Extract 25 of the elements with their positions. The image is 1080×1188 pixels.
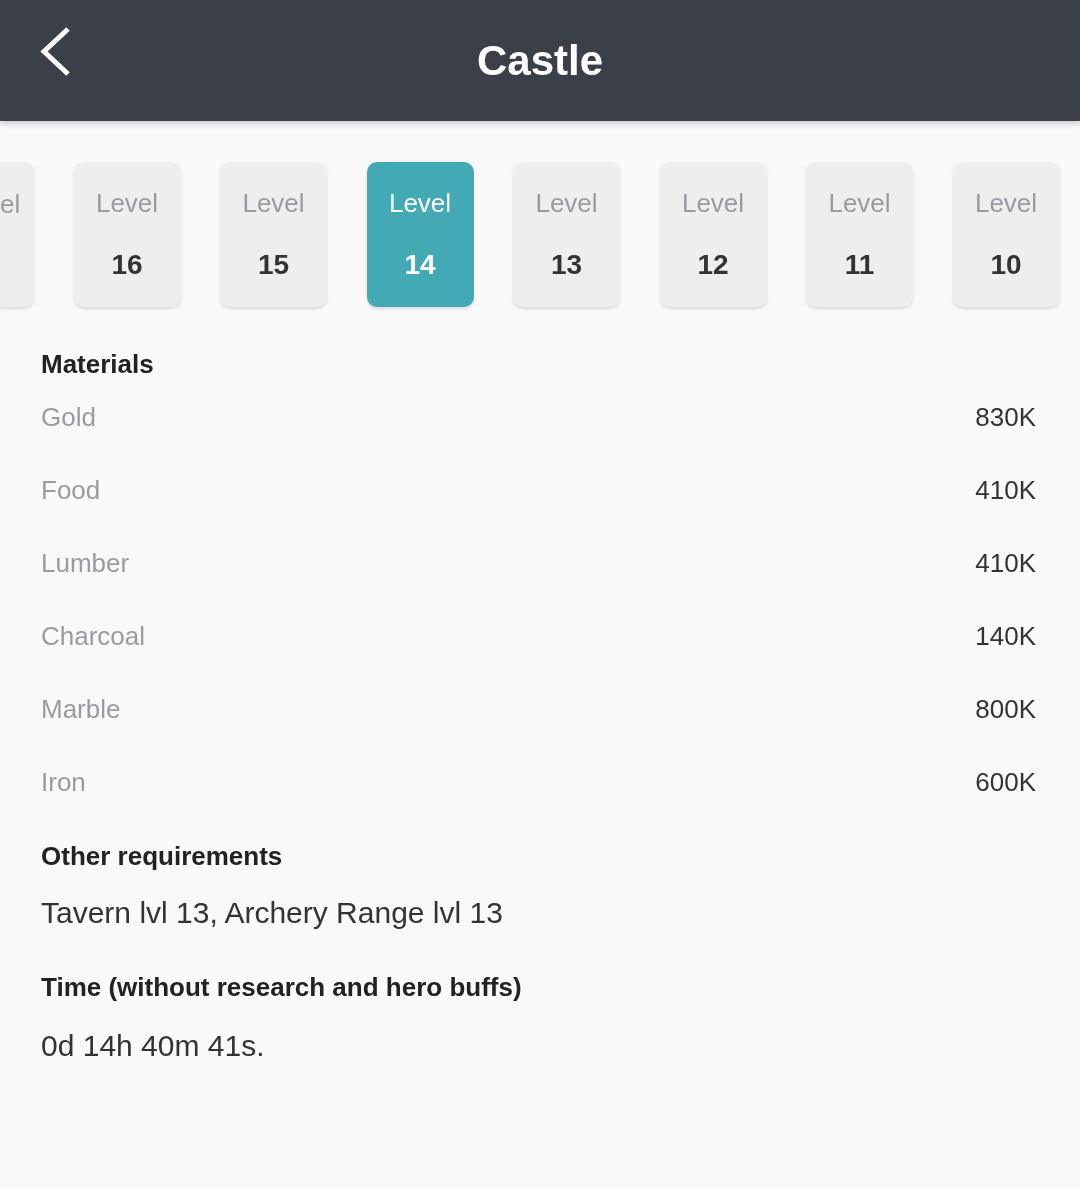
section-heading: Other requirements xyxy=(41,840,284,872)
level-tab[interactable]: Level 16 xyxy=(73,162,181,307)
duration-text: 0d 14h 40m 41s. xyxy=(41,1028,266,1064)
back-icon[interactable] xyxy=(40,27,71,76)
material-name: Gold xyxy=(41,400,96,433)
material-amount: 410K xyxy=(975,546,1036,579)
level-tab[interactable]: Level 11 xyxy=(806,162,913,307)
requirements-text: Tavern lvl 13, Archery Range lvl 13 xyxy=(41,895,504,931)
level-tab[interactable]: Level 10 xyxy=(952,162,1060,307)
material-name: Iron xyxy=(41,765,86,798)
level-tab[interactable]: Level 13 xyxy=(513,162,620,307)
section-heading: Materials xyxy=(41,348,155,380)
section-heading: Time (without research and hero buffs) xyxy=(41,971,523,1003)
material-amount: 830K xyxy=(975,400,1036,433)
material-name: Marble xyxy=(41,692,121,725)
material-name: Lumber xyxy=(41,546,130,579)
level-tab[interactable]: Level 15 xyxy=(220,162,327,307)
level-tab[interactable]: Level 12 xyxy=(659,162,767,307)
material-name: Charcoal xyxy=(41,619,146,652)
material-amount: 410K xyxy=(975,473,1036,506)
material-amount: 600K xyxy=(975,765,1036,798)
material-amount: 800K xyxy=(975,692,1036,725)
material-name: Food xyxy=(41,473,101,506)
page-title: Castle xyxy=(476,35,604,86)
material-amount: 140K xyxy=(975,619,1036,652)
